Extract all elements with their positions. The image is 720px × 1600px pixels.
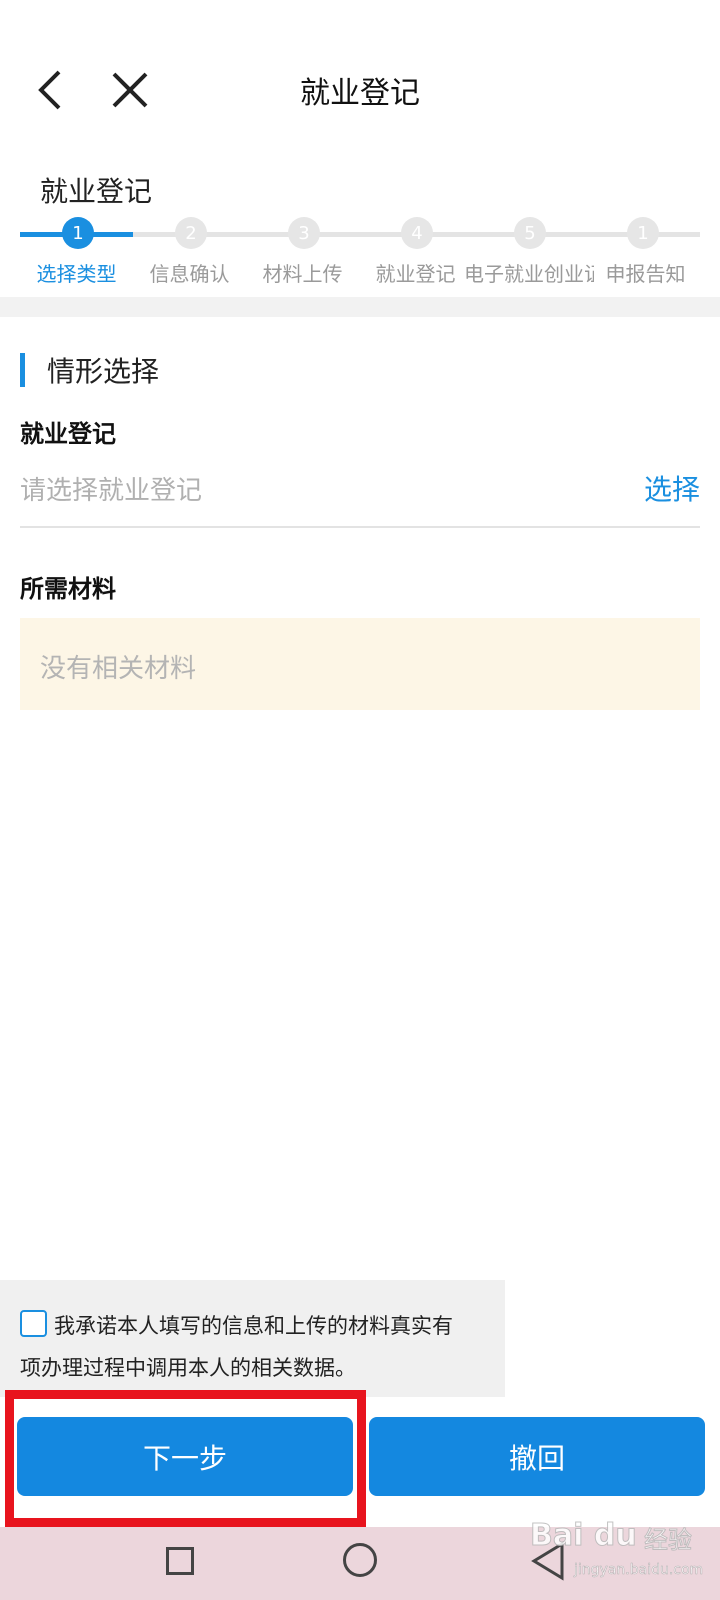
home-icon[interactable] <box>343 1543 377 1577</box>
section-divider <box>0 297 720 317</box>
watermark: Bai du 经验 jingyan.baidu.com <box>530 1508 710 1594</box>
select-link[interactable]: 选择 <box>644 468 700 508</box>
step-number: 1 <box>62 217 94 249</box>
section-header: 情形选择 <box>20 352 159 388</box>
watermark-url: jingyan.baidu.com <box>574 1562 704 1579</box>
step-info-confirm[interactable]: 2 信息确认 <box>133 212 246 292</box>
section-accent-bar <box>20 353 25 387</box>
stepper-title: 就业登记 <box>40 175 153 208</box>
consent-text-line2: 项办理过程中调用本人的相关数据。 <box>20 1356 356 1380</box>
page-title: 就业登记 <box>300 76 420 111</box>
revoke-button[interactable]: 撤回 <box>369 1417 705 1496</box>
materials-label: 所需材料 <box>20 575 116 603</box>
step-e-certificate-preview[interactable]: 5 电子就业创业证预览 <box>464 212 594 292</box>
employment-select-field[interactable]: 请选择就业登记 选择 <box>20 460 700 528</box>
consent-checkbox[interactable] <box>20 1310 47 1337</box>
recent-apps-icon[interactable] <box>166 1547 194 1575</box>
step-select-type[interactable]: 1 选择类型 <box>20 212 133 292</box>
step-label: 就业登记 <box>375 262 456 286</box>
step-number: 1 <box>627 217 659 249</box>
step-number: 3 <box>288 217 320 249</box>
materials-empty-text: 没有相关材料 <box>40 654 197 684</box>
watermark-text: 经验 <box>644 1526 693 1555</box>
watermark-logo: Bai du <box>530 1518 638 1554</box>
materials-box: 没有相关材料 <box>20 618 700 710</box>
section-title: 情形选择 <box>47 355 160 388</box>
step-label: 信息确认 <box>149 262 230 286</box>
step-label: 申报告知 <box>605 262 686 286</box>
step-declaration-notice[interactable]: 1 申报告知 <box>585 212 698 292</box>
step-number: 4 <box>401 217 433 249</box>
step-employment-registration[interactable]: 4 就业登记 <box>359 212 472 292</box>
step-label: 电子就业创业证预览 <box>464 262 594 286</box>
employment-field-label: 就业登记 <box>20 420 116 448</box>
progress-stepper: 1 选择类型 2 信息确认 3 材料上传 4 就业登记 5 电子就业创业证预览 … <box>0 212 720 292</box>
step-number: 5 <box>514 217 546 249</box>
top-nav-bar: 就业登记 <box>0 40 720 140</box>
employment-select-placeholder: 请选择就业登记 <box>20 476 203 506</box>
step-number: 2 <box>175 217 207 249</box>
consent-text-line1: 我承诺本人填写的信息和上传的材料真实有 <box>54 1314 453 1338</box>
step-label: 材料上传 <box>262 262 343 286</box>
step-label: 选择类型 <box>36 262 117 286</box>
consent-panel: 我承诺本人填写的信息和上传的材料真实有 项办理过程中调用本人的相关数据。 <box>0 1280 505 1397</box>
step-material-upload[interactable]: 3 材料上传 <box>246 212 359 292</box>
highlight-frame <box>5 1390 366 1527</box>
